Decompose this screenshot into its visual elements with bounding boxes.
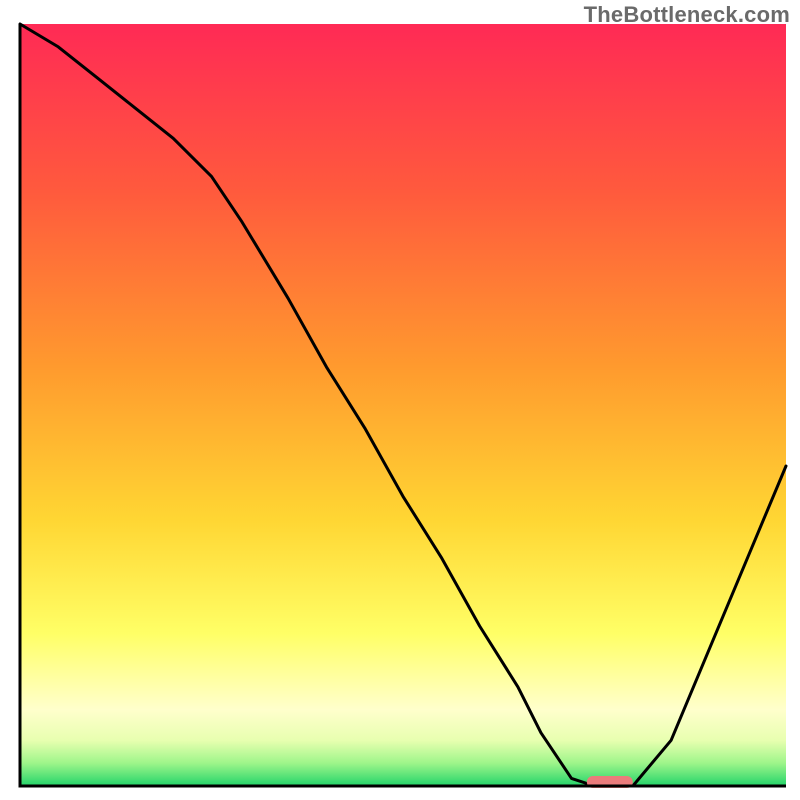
bottleneck-chart [0, 0, 800, 800]
watermark-text: TheBottleneck.com [584, 2, 790, 28]
chart-frame: TheBottleneck.com [0, 0, 800, 800]
plot-background [20, 24, 786, 786]
